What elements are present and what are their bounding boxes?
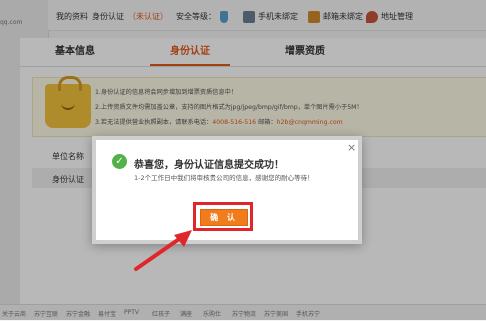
pointer-arrow-icon [134, 230, 192, 271]
dialog-title: 恭喜您，身份认证信息提交成功！ [134, 160, 284, 171]
confirm-button[interactable]: 确 认 [200, 209, 248, 226]
close-icon[interactable]: × [347, 142, 356, 153]
dialog-message: 1-2个工作日中我们将审核贵公司的信息，感谢您的耐心等待！ [134, 174, 314, 182]
confirm-highlight: 确 认 [193, 202, 253, 231]
check-icon: ✓ [112, 154, 127, 169]
